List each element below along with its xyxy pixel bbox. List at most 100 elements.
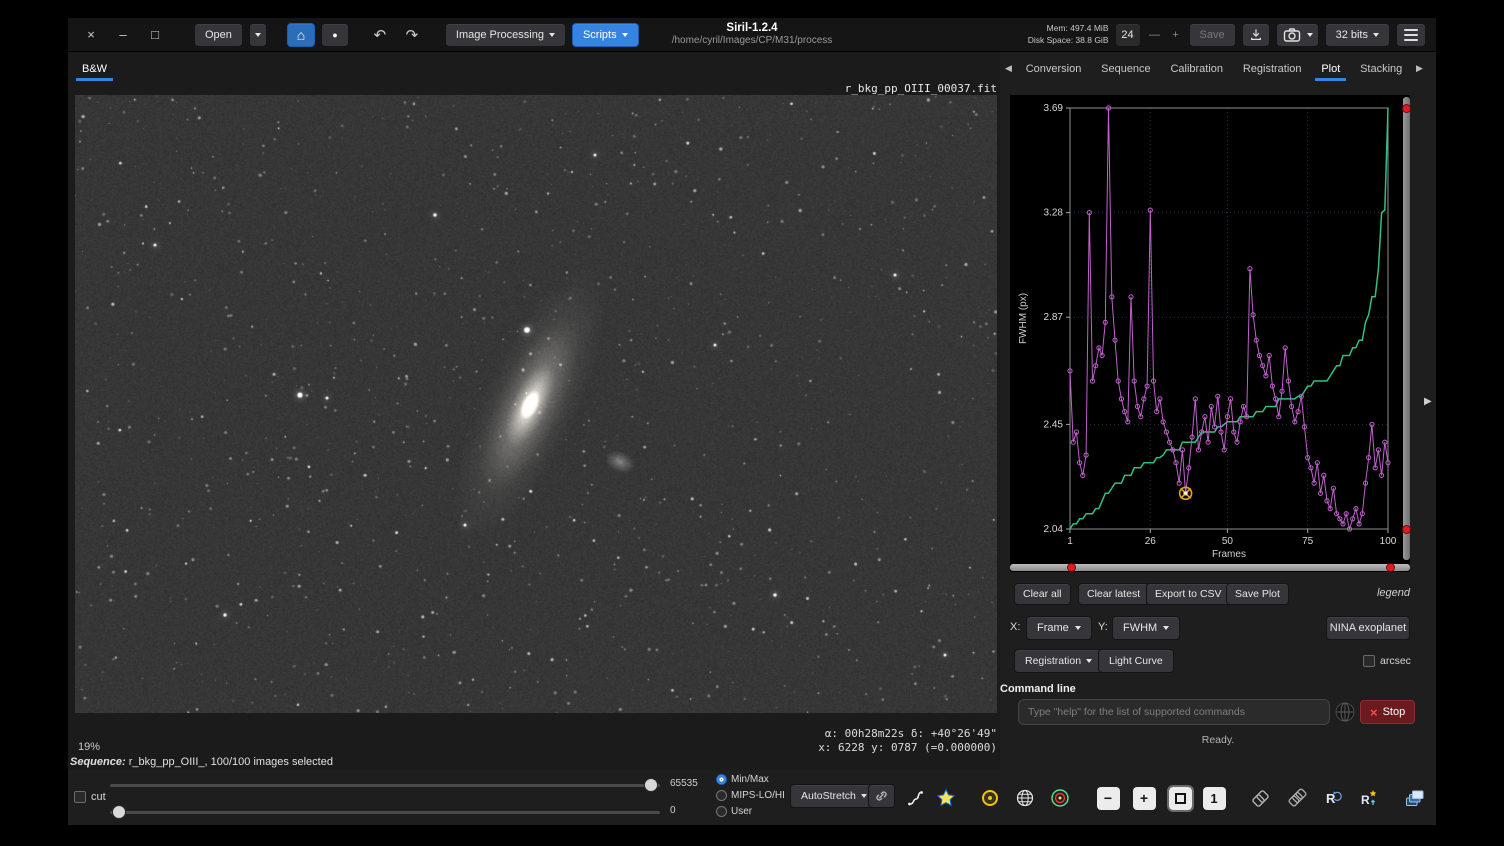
stop-button[interactable]: × Stop [1360, 700, 1415, 724]
tabs-scroll-left-icon[interactable]: ◀ [1005, 63, 1012, 74]
registration-star-button[interactable]: R [1354, 783, 1384, 813]
header-bar: × – □ Open ⌂ ● ↶ ↷ Image Processing Scri… [68, 18, 1436, 52]
arcsec-checkbox[interactable]: arcsec [1363, 654, 1411, 668]
nina-exoplanet-button[interactable]: NINA exoplanet [1326, 616, 1410, 640]
radio-selected-icon [716, 774, 727, 785]
slider-handle[interactable] [644, 778, 658, 792]
bit-depth-dropdown[interactable]: 32 bits [1325, 23, 1390, 47]
radio-icon [716, 806, 727, 817]
clear-latest-button[interactable]: Clear latest [1078, 583, 1149, 605]
caret-down-icon [1086, 659, 1092, 663]
threads-increase-button[interactable]: + [1169, 29, 1183, 41]
light-curve-button[interactable]: Light Curve [1098, 649, 1174, 673]
app-title: Siril-1.2.4 [672, 21, 833, 35]
range-handle-bottom[interactable] [1402, 525, 1411, 534]
slider-handle[interactable] [112, 805, 126, 819]
zoom-one-to-one-button[interactable]: 1 [1199, 783, 1229, 813]
tab-plot[interactable]: Plot [1315, 56, 1346, 81]
status-ready: Ready. [1000, 734, 1436, 746]
minimize-window-button[interactable]: – [110, 27, 136, 42]
open-button[interactable]: Open [194, 23, 243, 47]
high-level-slider[interactable] [110, 778, 660, 792]
photometry-button[interactable] [975, 783, 1005, 813]
scripts-menu-button[interactable]: Scripts [572, 23, 639, 47]
range-handle-left[interactable] [1067, 563, 1076, 572]
tab-conversion[interactable]: Conversion [1020, 56, 1088, 81]
caret-down-icon [1075, 626, 1081, 630]
zoom-100-icon: 1 [1210, 791, 1217, 806]
cut-checkbox[interactable]: cut [74, 790, 106, 804]
save-button[interactable]: Save [1189, 23, 1236, 47]
open-recent-dropdown[interactable] [249, 23, 267, 47]
autostretch-dropdown[interactable]: AutoStretch [790, 784, 878, 808]
tab-sequence[interactable]: Sequence [1095, 56, 1157, 81]
command-scope-button[interactable] [1334, 701, 1356, 723]
fwhm-plot[interactable]: 12650751003.693.282.872.452.04FramesFWHM… [1010, 95, 1402, 562]
sequence-frames-button[interactable] [1399, 783, 1429, 813]
link-channels-button[interactable] [868, 784, 895, 808]
camera-icon [1282, 25, 1302, 45]
save-as-button[interactable] [1242, 23, 1270, 47]
zoom-in-icon: + [1140, 790, 1148, 806]
tab-registration[interactable]: Registration [1237, 56, 1308, 81]
image-display-canvas[interactable] [75, 95, 997, 713]
svg-text:100: 100 [1380, 536, 1397, 547]
home-button[interactable]: ⌂ [287, 23, 315, 47]
range-handle-top[interactable] [1402, 104, 1411, 113]
registration-layer-dropdown[interactable]: Registration [1014, 649, 1103, 673]
save-plot-button[interactable]: Save Plot [1226, 583, 1289, 605]
radio-icon [716, 790, 727, 801]
radio-minmax[interactable]: Min/Max [716, 772, 769, 786]
psf-curve-icon [905, 788, 925, 808]
low-level-slider[interactable] [110, 805, 660, 819]
maximize-window-button[interactable]: □ [142, 27, 168, 42]
stop-x-icon: × [1370, 706, 1378, 719]
network-globe-icon [1334, 701, 1356, 723]
zoom-out-icon: − [1104, 790, 1112, 806]
threads-value-field[interactable]: 24 [1115, 23, 1141, 47]
svg-text:1: 1 [1067, 536, 1073, 547]
command-input[interactable] [1018, 699, 1330, 725]
radio-mips[interactable]: MIPS-LO/HI [716, 788, 785, 802]
caret-down-icon [255, 33, 261, 37]
y-axis-dropdown[interactable]: FWHM [1112, 616, 1180, 640]
svg-text:50: 50 [1222, 536, 1234, 547]
panel-expander[interactable]: ▶ [1424, 396, 1432, 407]
radio-user[interactable]: User [716, 804, 752, 818]
threads-decrease-button[interactable]: — [1147, 29, 1163, 41]
record-button[interactable]: ● [321, 23, 349, 47]
tab-bw[interactable]: B&W [76, 56, 113, 81]
export-csv-button[interactable]: Export to CSV [1146, 583, 1231, 605]
caret-down-icon [622, 33, 628, 37]
star-detection-button[interactable] [931, 783, 961, 813]
zoom-level: 19% [78, 741, 100, 753]
redo-button[interactable]: ↷ [399, 26, 425, 44]
plot-container[interactable]: 12650751003.693.282.872.452.04FramesFWHM… [1010, 95, 1410, 572]
layers-toggle-button[interactable] [1245, 783, 1275, 813]
layers-stack-button[interactable] [1282, 783, 1312, 813]
checkbox-icon [74, 791, 86, 803]
working-directory: /home/cyril/Images/CP/M31/process [672, 35, 833, 48]
wcs-coordinates: α: 00h28m22s δ: +40°26'49" [818, 727, 997, 741]
range-handle-right[interactable] [1386, 563, 1395, 572]
tab-stacking[interactable]: Stacking [1354, 56, 1408, 81]
x-axis-dropdown[interactable]: Frame [1026, 616, 1092, 640]
snapshot-button[interactable] [1276, 23, 1319, 47]
svg-text:2.04: 2.04 [1044, 524, 1064, 535]
plot-vertical-range-bar[interactable] [1403, 97, 1410, 560]
undo-button[interactable]: ↶ [367, 26, 393, 44]
fit-to-window-button[interactable] [1165, 783, 1195, 813]
image-processing-menu-button[interactable]: Image Processing [445, 23, 566, 47]
celestial-grid-button[interactable] [1045, 783, 1075, 813]
close-window-button[interactable]: × [78, 27, 104, 42]
zoom-out-button[interactable]: − [1093, 783, 1123, 813]
globe-icon [1015, 788, 1035, 808]
tab-calibration[interactable]: Calibration [1164, 56, 1229, 81]
clear-all-button[interactable]: Clear all [1014, 583, 1071, 605]
dynamic-psf-button[interactable] [900, 783, 930, 813]
registration-preview-button[interactable]: R [1318, 783, 1348, 813]
annotations-button[interactable] [1010, 783, 1040, 813]
zoom-in-button[interactable]: + [1129, 783, 1159, 813]
tabs-scroll-right-icon[interactable]: ▶ [1416, 63, 1423, 74]
main-menu-button[interactable] [1396, 23, 1426, 47]
